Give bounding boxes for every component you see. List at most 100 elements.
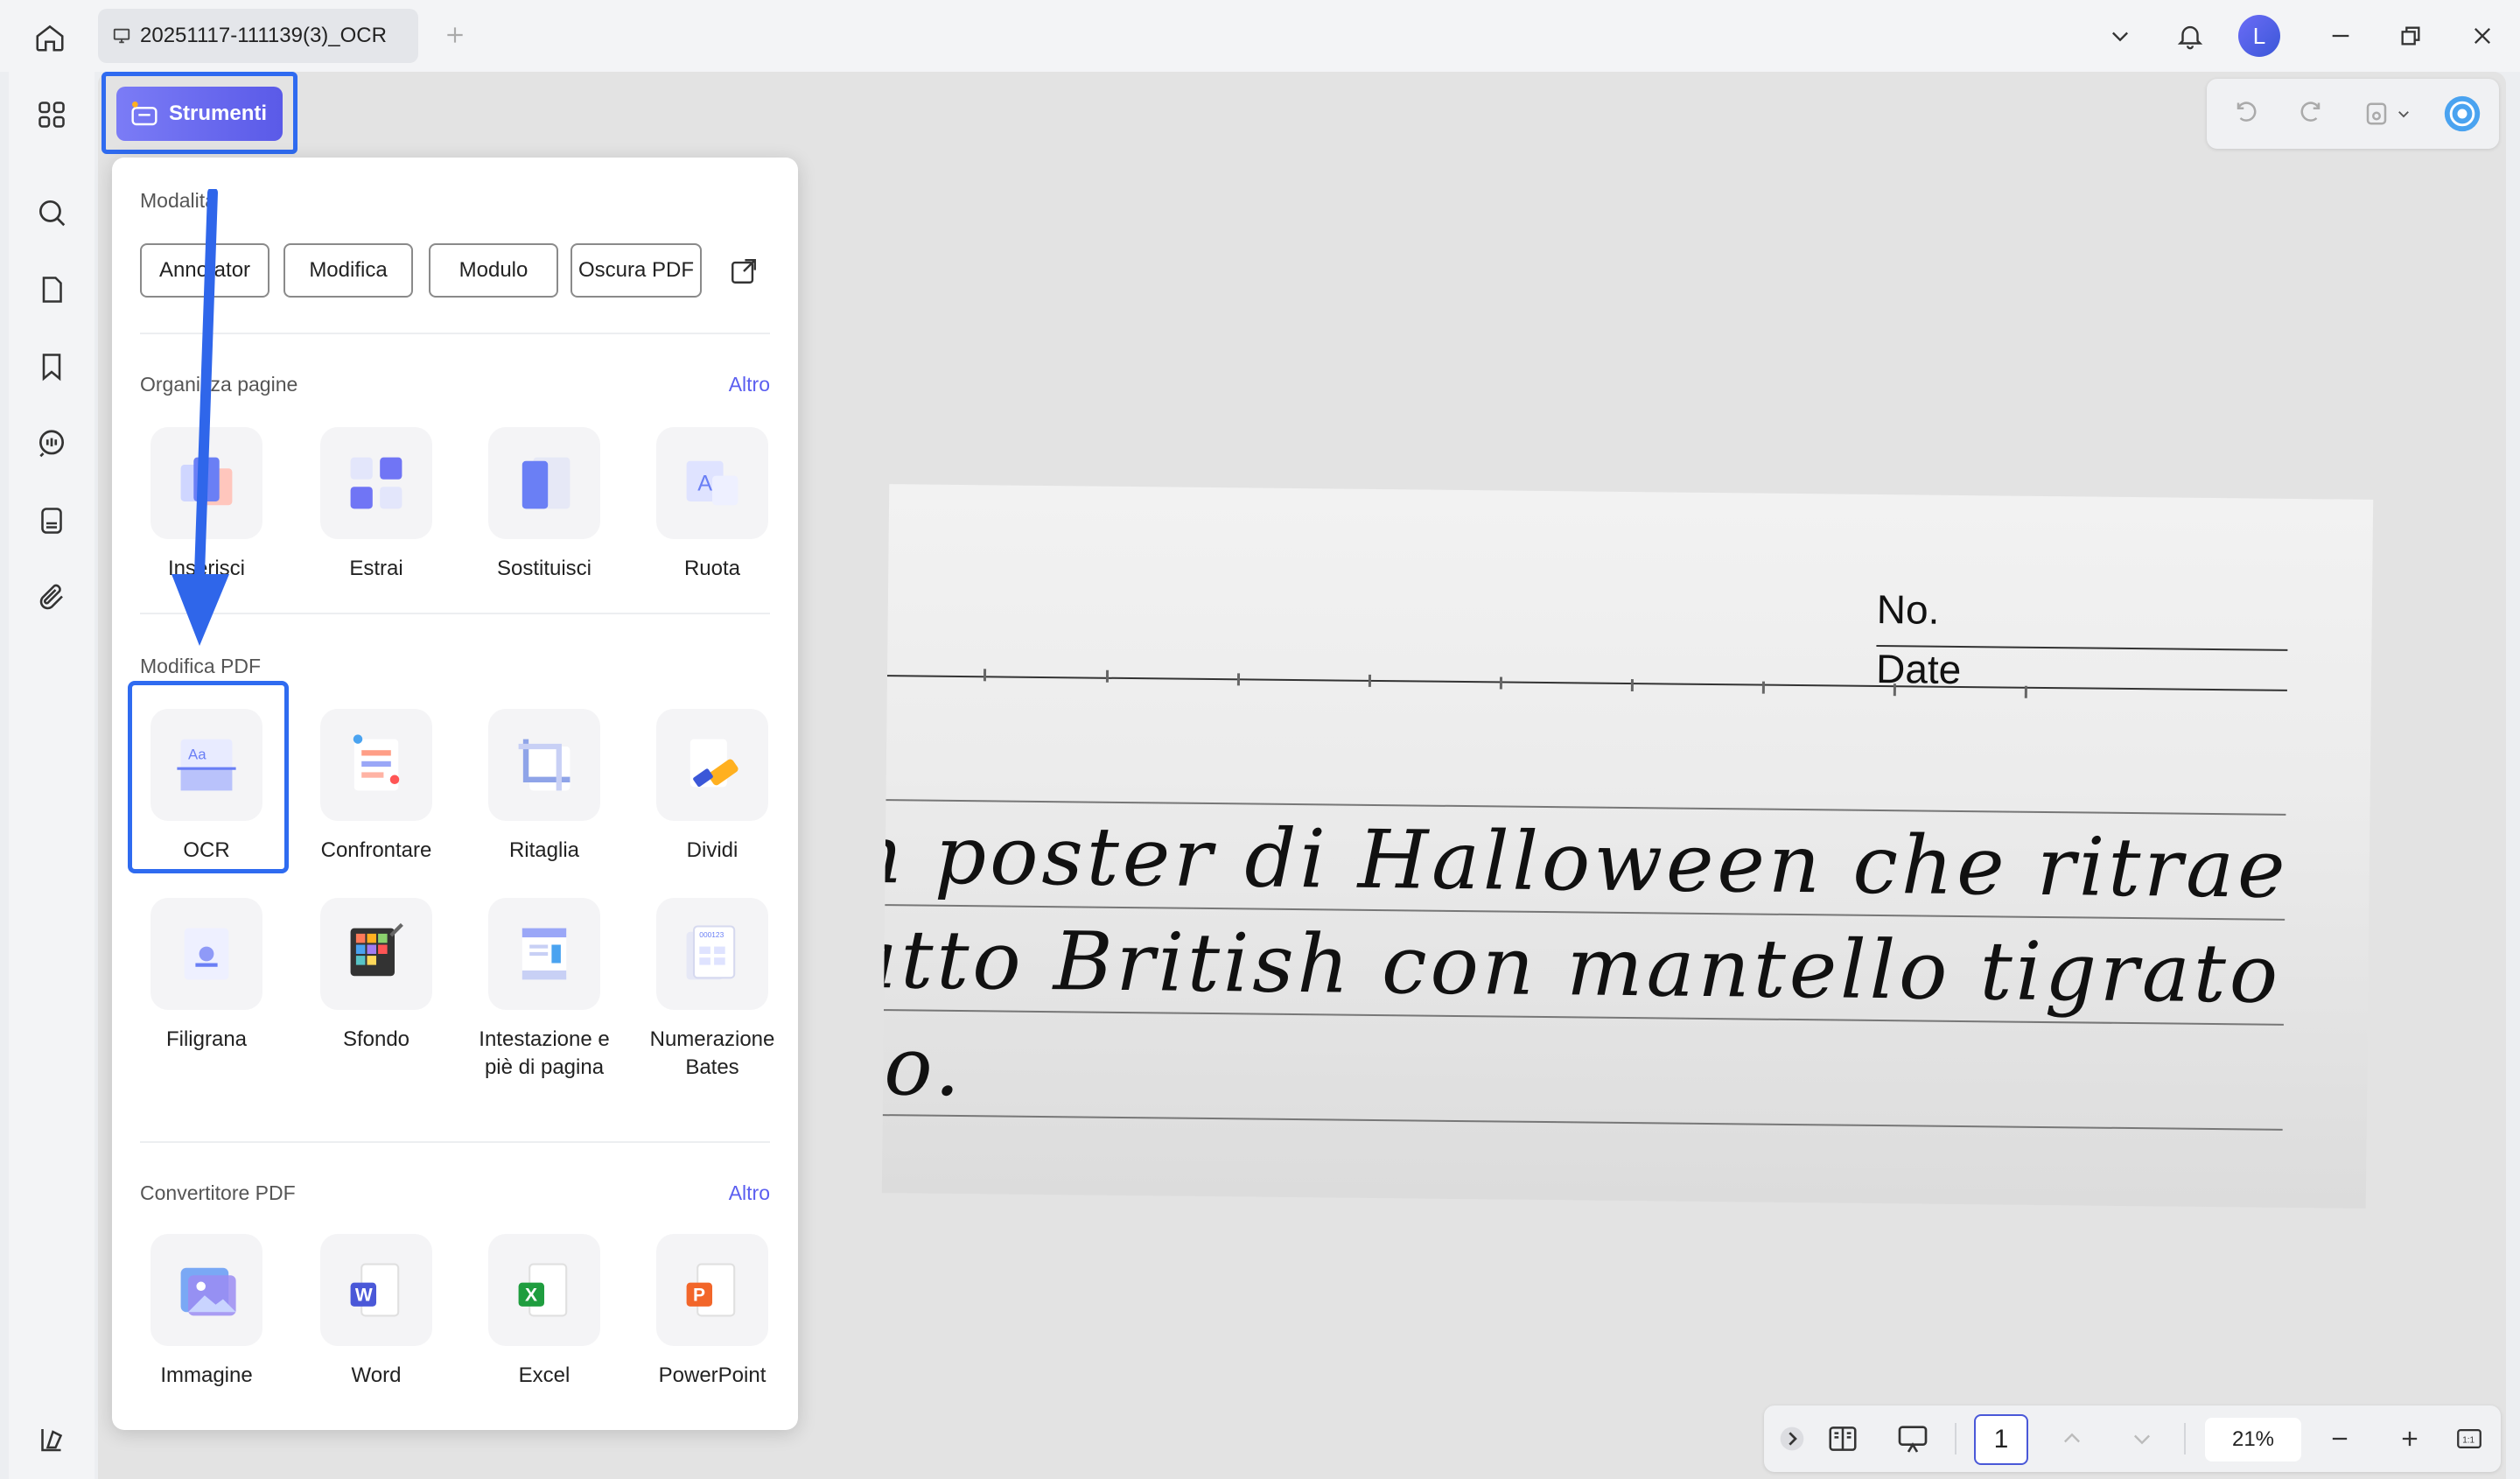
- document-tab[interactable]: 20251117-111139(3)_OCR: [98, 9, 418, 63]
- tool-label: Filigrana: [165, 1027, 248, 1051]
- svg-text:Aa: Aa: [188, 747, 206, 763]
- tab-title: 20251117-111139(3)_OCR: [140, 24, 387, 47]
- edit-title: Modifica PDF: [140, 655, 262, 677]
- attachment-icon[interactable]: [28, 574, 75, 621]
- tool-word[interactable]: W Word: [298, 1234, 455, 1390]
- notifications-button[interactable]: [2170, 16, 2210, 56]
- tool-ocr[interactable]: Aa OCR: [128, 709, 285, 865]
- title-bar: 20251117-111139(3)_OCR L: [0, 0, 2520, 72]
- minimize-button[interactable]: [2320, 16, 2361, 56]
- tool-label: Sostituisci: [496, 557, 592, 580]
- tool-ruota[interactable]: A Ruota: [634, 427, 791, 583]
- annotation-arrow: [172, 189, 229, 646]
- plus-icon: [447, 27, 463, 43]
- new-tab-button[interactable]: [438, 18, 472, 53]
- form-icon[interactable]: [28, 497, 75, 544]
- excel-icon: X: [488, 1234, 600, 1346]
- divider: [140, 333, 770, 334]
- zoom-out-button[interactable]: [2320, 1419, 2359, 1458]
- toolbox-icon: [131, 102, 158, 126]
- actual-size-icon: 1:1: [2457, 1428, 2482, 1449]
- header-rule: [886, 675, 2287, 691]
- chevron-down-icon[interactable]: [2390, 95, 2417, 133]
- convert-title: Convertitore PDF: [140, 1181, 296, 1204]
- presentation-icon[interactable]: [1894, 1419, 1932, 1458]
- redo-icon[interactable]: [2291, 95, 2329, 133]
- monitor-icon: [113, 28, 130, 44]
- dropdown-button[interactable]: [2100, 16, 2140, 56]
- tool-label: Ruota: [683, 557, 741, 580]
- modulo-button[interactable]: Modulo: [429, 243, 558, 298]
- tool-label: Numerazione Bates: [649, 1027, 775, 1079]
- rule-line: [882, 1114, 2283, 1131]
- tool-bates[interactable]: 000123 Numerazione Bates: [634, 898, 791, 1082]
- close-button[interactable]: [2462, 16, 2502, 56]
- svg-text:A: A: [697, 471, 712, 495]
- bookmark-icon[interactable]: [28, 343, 75, 390]
- tool-dividi[interactable]: Dividi: [634, 709, 791, 865]
- tool-label: Excel: [518, 1363, 570, 1387]
- tool-powerpoint[interactable]: P PowerPoint: [634, 1234, 791, 1390]
- tool-confrontare[interactable]: Confrontare: [298, 709, 455, 865]
- tick: [983, 669, 987, 682]
- quick-toolbar: [2207, 79, 2499, 149]
- zoom-in-button[interactable]: [2390, 1419, 2429, 1458]
- organize-more-link[interactable]: Altro: [729, 373, 770, 396]
- modifica-button[interactable]: Modifica: [284, 243, 413, 298]
- tool-label: Word: [351, 1363, 402, 1387]
- tool-label: Intestazione e piè di pagina: [479, 1027, 610, 1079]
- replace-icon: [488, 427, 600, 539]
- minimize-icon: [2332, 34, 2349, 38]
- strumenti-highlight: Strumenti: [102, 72, 298, 154]
- tick: [1499, 676, 1503, 690]
- restore-button[interactable]: [2390, 16, 2431, 56]
- split-icon: [656, 709, 768, 821]
- tick: [1105, 669, 1110, 683]
- tool-immagine[interactable]: Immagine: [128, 1234, 285, 1390]
- page-number-input[interactable]: 1: [1974, 1414, 2028, 1465]
- search-icon[interactable]: [28, 189, 75, 236]
- tick: [2024, 685, 2027, 698]
- oscura-pdf-button[interactable]: Oscura PDF: [570, 243, 702, 298]
- actual-size-button[interactable]: 1:1: [2450, 1419, 2488, 1458]
- layers-icon[interactable]: [28, 1416, 75, 1463]
- crop-icon: [488, 709, 600, 821]
- page-layout-icon[interactable]: [1824, 1419, 1862, 1458]
- extract-icon: [320, 427, 432, 539]
- bell-icon: [2177, 25, 2203, 50]
- next-page-button[interactable]: [2123, 1419, 2161, 1458]
- undo-icon[interactable]: [2228, 95, 2266, 133]
- rotate-icon: A: [656, 427, 768, 539]
- home-icon[interactable]: [26, 14, 74, 61]
- handwriting-line-3: to.: [881, 1019, 964, 1115]
- tool-intestazione[interactable]: Intestazione e piè di pagina: [466, 898, 623, 1082]
- divider: [140, 613, 770, 614]
- open-external-button[interactable]: [724, 252, 763, 291]
- tool-ritaglia[interactable]: Ritaglia: [466, 709, 623, 865]
- tick: [1893, 683, 1896, 697]
- bates-numbering-icon: 000123: [656, 898, 768, 1010]
- compare-icon: [320, 709, 432, 821]
- no-label: No.: [1876, 585, 1940, 633]
- tick: [1368, 674, 1372, 687]
- comment-icon[interactable]: [28, 420, 75, 467]
- strumenti-button[interactable]: Strumenti: [116, 87, 283, 141]
- powerpoint-icon: P: [656, 1234, 768, 1346]
- previous-page-button[interactable]: [2053, 1419, 2091, 1458]
- tool-estrai[interactable]: Estrai: [298, 427, 455, 583]
- word-icon: W: [320, 1234, 432, 1346]
- expand-panel-button[interactable]: [1773, 1419, 1811, 1458]
- zoom-level[interactable]: 21%: [2205, 1418, 2301, 1461]
- tool-sostituisci[interactable]: Sostituisci: [466, 427, 623, 583]
- convert-more-link[interactable]: Altro: [729, 1181, 770, 1205]
- tool-filigrana[interactable]: Filigrana: [128, 898, 285, 1054]
- svg-text:X: X: [525, 1286, 537, 1306]
- page-icon[interactable]: [28, 266, 75, 313]
- tool-excel[interactable]: X Excel: [466, 1234, 623, 1390]
- avatar[interactable]: L: [2238, 15, 2280, 57]
- apps-icon[interactable]: [28, 91, 75, 138]
- ai-assistant-icon[interactable]: [2443, 95, 2482, 133]
- tool-sfondo[interactable]: Sfondo: [298, 898, 455, 1054]
- chevron-right-icon: [1780, 1426, 1804, 1451]
- tool-label: OCR: [183, 838, 230, 862]
